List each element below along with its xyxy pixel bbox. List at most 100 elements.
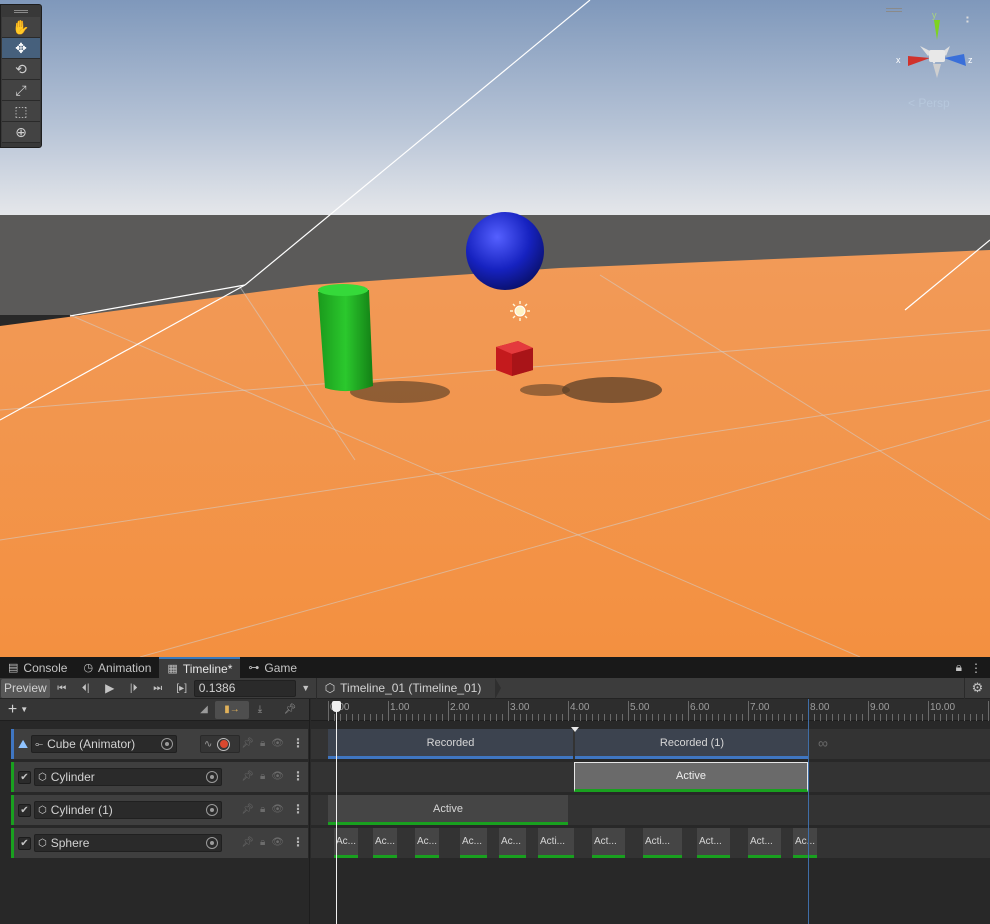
lock-icon[interactable]: 🔒︎	[260, 738, 265, 749]
go-to-end-button[interactable]: ⏭	[146, 679, 170, 698]
clip-sphere[interactable]: Act...	[592, 828, 625, 858]
time-ruler[interactable]: 0.001.002.003.004.005.006.007.008.009.00…	[311, 699, 990, 721]
visibility-eye-icon[interactable]: 👁	[271, 837, 284, 848]
edit-mode-mix-icon[interactable]: ◢	[193, 701, 215, 719]
track-active-checkbox[interactable]: ✔	[18, 836, 31, 850]
transform-icon[interactable]: ⊕	[2, 122, 40, 143]
timeline-end-marker[interactable]	[808, 699, 809, 924]
track-active-checkbox[interactable]: ✔	[18, 803, 31, 817]
clip-sphere[interactable]: Ac...	[373, 828, 397, 858]
z-axis-cone[interactable]	[944, 54, 966, 66]
rect-icon[interactable]: ⬚	[2, 101, 40, 122]
edit-mode-ripple-icon[interactable]: ▮→	[215, 700, 249, 719]
tab-game[interactable]: ⊶ Game	[240, 657, 305, 678]
cube-binding-field[interactable]: ⟜ Cube (Animator)	[31, 735, 178, 753]
clip-sphere[interactable]: Ac...	[460, 828, 487, 858]
cube-object[interactable]	[496, 341, 533, 376]
time-format-dropdown[interactable]: ▼	[296, 679, 316, 698]
preview-button[interactable]: Preview	[1, 678, 50, 698]
gear-icon[interactable]: ⚙	[964, 677, 990, 699]
projection-label[interactable]: < Persp	[908, 96, 950, 110]
edit-mode-replace-icon[interactable]: ⤓	[249, 701, 271, 719]
sphere-object[interactable]	[466, 212, 544, 290]
visibility-eye-icon[interactable]: 👁	[271, 771, 284, 782]
visibility-eye-icon[interactable]: 👁	[271, 804, 284, 815]
track-header-cylinder[interactable]: ✔ ⬡ Cylinder 📌︎ 🔒︎ 👁 ⋮	[11, 762, 308, 792]
y-axis-cone[interactable]	[934, 20, 940, 40]
clip-sphere[interactable]: Acti...	[643, 828, 682, 858]
object-picker-icon[interactable]	[161, 738, 174, 750]
x-axis-cone[interactable]	[908, 56, 930, 66]
tab-animation[interactable]: ◷ Animation	[75, 657, 159, 678]
track-menu-icon[interactable]: ⋮	[292, 802, 304, 816]
orientation-gizmo[interactable]: ▪ ▪ y x z < Persp	[886, 6, 986, 116]
current-time-field[interactable]: 0.1386	[193, 679, 296, 697]
track-menu-icon[interactable]: ⋮	[292, 769, 304, 783]
lock-icon[interactable]: 🔒︎	[956, 660, 962, 675]
track-active-checkbox[interactable]: ✔	[18, 770, 31, 784]
pin-icon[interactable]: 📌︎	[241, 771, 254, 782]
track-menu-icon[interactable]: ⋮	[292, 835, 304, 849]
clip-sphere[interactable]: Ac...	[793, 828, 817, 858]
lock-icon[interactable]: 🔒︎	[260, 837, 265, 848]
pin-icon[interactable]: 📌︎	[241, 837, 254, 848]
scene-view[interactable]: ✋ ✥ ⟲ ⤢ ⬚ ⊕ ▪ ▪ y x z < Persp	[0, 0, 990, 657]
pin-icon[interactable]: 📌︎	[241, 804, 254, 815]
cylinder-binding-field[interactable]: ⬡ Cylinder	[34, 768, 222, 786]
curves-icon[interactable]: ∿	[204, 739, 212, 750]
ruler-tick	[856, 714, 857, 721]
tab-menu-icon[interactable]: ⋮	[970, 661, 982, 675]
playhead-handle[interactable]	[332, 701, 342, 712]
cylinder-1-binding-field[interactable]: ⬡ Cylinder (1)	[34, 801, 222, 819]
tab-timeline[interactable]: ▦ Timeline*	[159, 657, 241, 678]
ruler-tick	[472, 714, 473, 721]
lock-icon[interactable]: 🔒︎	[260, 804, 265, 815]
cylinder-1-binding-label: Cylinder (1)	[50, 803, 113, 817]
add-track-button[interactable]: + ▼	[0, 699, 36, 721]
track-header-cube[interactable]: ⛰ ⟜ Cube (Animator) ∿ 📌︎ 🔒︎ 👁 ⋮	[11, 729, 308, 759]
play-button[interactable]: ▶	[98, 679, 122, 698]
object-picker-icon[interactable]	[206, 837, 218, 849]
record-button[interactable]	[217, 737, 231, 751]
ruler-tick	[718, 714, 719, 721]
go-to-start-button[interactable]: ⏮	[50, 679, 74, 698]
pin-icon[interactable]: 📌︎	[241, 738, 254, 749]
track-color-bar	[11, 762, 14, 792]
lock-icon[interactable]: 🔒︎	[260, 771, 265, 782]
ruler-tick	[736, 714, 737, 721]
move-icon[interactable]: ✥	[2, 38, 40, 59]
rotate-icon[interactable]: ⟲	[2, 59, 40, 80]
drag-handle[interactable]	[1, 5, 41, 17]
next-frame-button[interactable]: |⏵	[122, 679, 146, 698]
sphere-binding-field[interactable]: ⬡ Sphere	[34, 834, 222, 852]
track-header-cylinder-1[interactable]: ✔ ⬡ Cylinder (1) 📌︎ 🔒︎ 👁 ⋮	[11, 795, 308, 825]
timeline-clip-area[interactable]: 0.001.002.003.004.005.006.007.008.009.00…	[311, 699, 990, 924]
scene-viewport[interactable]	[0, 0, 990, 657]
clip-cube[interactable]: Recorded	[328, 729, 573, 759]
breadcrumb[interactable]: ⬡ Timeline_01 (Timeline_01)	[315, 677, 501, 699]
clip-sphere[interactable]: Ac...	[415, 828, 439, 858]
track-menu-icon[interactable]: ⋮	[292, 736, 304, 750]
object-picker-icon[interactable]	[206, 771, 218, 783]
play-range-button[interactable]: [▸]	[170, 679, 194, 698]
clip-sphere[interactable]: Acti...	[538, 828, 574, 858]
tab-console[interactable]: ▤ Console	[0, 657, 75, 678]
object-picker-icon[interactable]	[206, 804, 218, 816]
clip-sphere[interactable]: Ac...	[499, 828, 526, 858]
previous-frame-button[interactable]: ⏴|	[74, 679, 98, 698]
light-gizmo-icon[interactable]	[510, 301, 530, 321]
hand-icon[interactable]: ✋	[2, 17, 40, 38]
clip-cube[interactable]: Recorded (1)	[575, 729, 809, 759]
ruler-tick	[844, 714, 845, 721]
clip-cylinder1[interactable]: Active	[328, 795, 568, 825]
cylinder-object[interactable]	[318, 284, 373, 392]
scale-icon[interactable]: ⤢	[2, 80, 40, 101]
snap-icon[interactable]: 📌︎	[279, 701, 301, 719]
clip-cylinder[interactable]: Active	[574, 762, 808, 792]
visibility-eye-icon[interactable]: 👁	[271, 738, 284, 749]
clip-sphere[interactable]: Act...	[697, 828, 730, 858]
clip-sphere[interactable]: Act...	[748, 828, 781, 858]
track-header-sphere[interactable]: ✔ ⬡ Sphere 📌︎ 🔒︎ 👁 ⋮	[11, 828, 308, 858]
playhead-line[interactable]	[336, 705, 338, 924]
clip-sphere[interactable]: Ac...	[334, 828, 358, 858]
